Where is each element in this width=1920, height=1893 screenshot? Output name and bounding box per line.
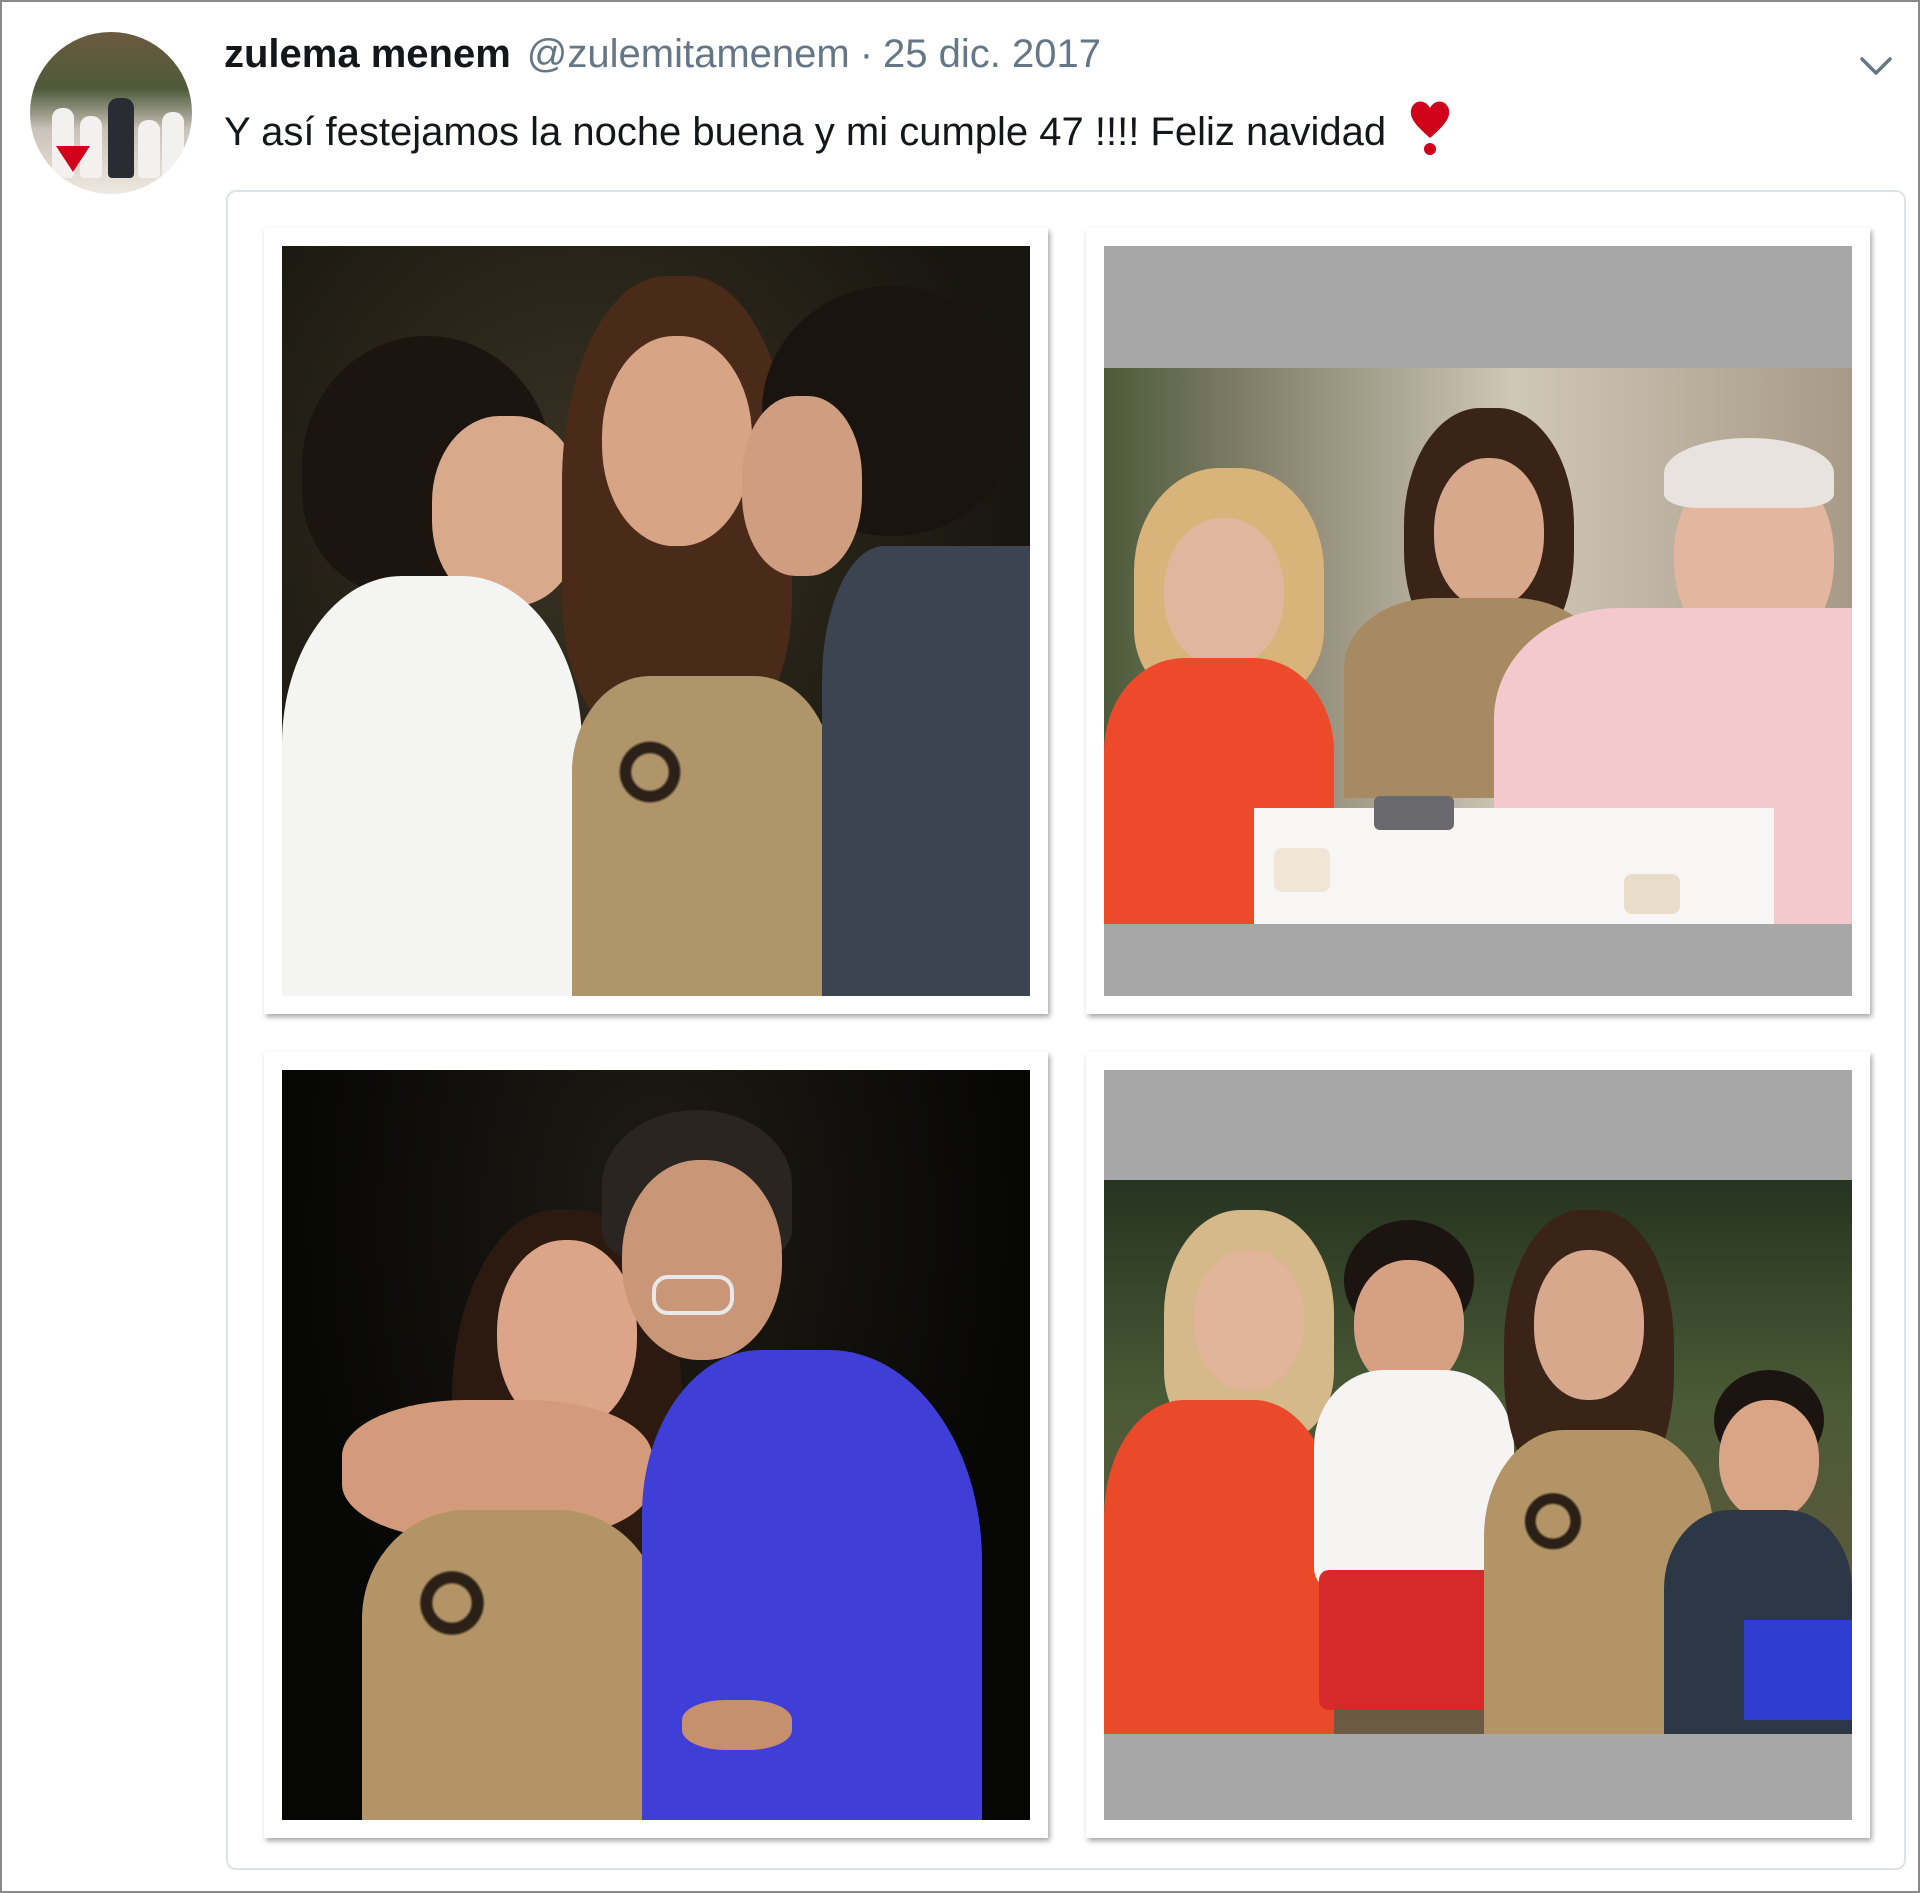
tweet-text: Y así festejamos la noche buena y mi cum… bbox=[224, 109, 1387, 154]
tweet-container: zulema menem @zulemitamenem · 25 dic. 20… bbox=[0, 0, 1920, 1893]
photo-tile-4[interactable] bbox=[1086, 1052, 1870, 1838]
heavy-heart-exclamation-icon bbox=[1408, 98, 1452, 166]
user-avatar[interactable] bbox=[30, 32, 192, 194]
tweet-text-row: Y así festejamos la noche buena y mi cum… bbox=[224, 98, 1452, 166]
photo-3 bbox=[282, 1070, 1030, 1820]
photo-tile-3[interactable] bbox=[264, 1052, 1048, 1838]
user-handle[interactable]: @zulemitamenem bbox=[527, 32, 850, 77]
media-card bbox=[226, 190, 1906, 1870]
tweet-header: zulema menem @zulemitamenem · 25 dic. 20… bbox=[224, 32, 1101, 82]
photo-4 bbox=[1104, 1070, 1852, 1820]
display-name[interactable]: zulema menem bbox=[224, 32, 511, 77]
photo-tile-2[interactable] bbox=[1086, 228, 1870, 1014]
tweet-date[interactable]: 25 dic. 2017 bbox=[883, 32, 1101, 77]
chevron-down-icon[interactable] bbox=[1856, 46, 1896, 86]
photo-1 bbox=[282, 246, 1030, 996]
photo-tile-1[interactable] bbox=[264, 228, 1048, 1014]
header-separator: · bbox=[859, 32, 874, 76]
photo-2 bbox=[1104, 246, 1852, 996]
